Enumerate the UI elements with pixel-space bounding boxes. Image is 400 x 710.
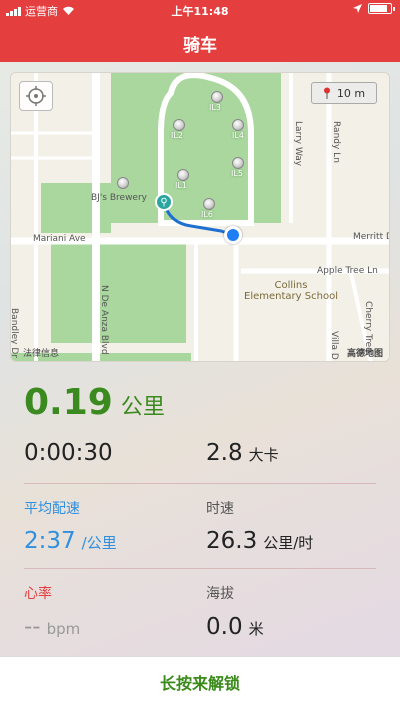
location-arrow-icon (353, 4, 362, 13)
street-label: Mariani Ave (33, 234, 86, 244)
current-location-dot (224, 226, 242, 244)
legal-link[interactable]: 法律信息 (23, 346, 59, 359)
divider (24, 483, 376, 484)
map-pin[interactable] (177, 169, 189, 181)
crosshair-icon (26, 86, 46, 106)
duration-stat: 0:00:30 (24, 440, 113, 466)
battery-level (370, 5, 387, 12)
street-label: Randy Ln (331, 121, 341, 163)
avg-pace-unit: /公里 (81, 534, 117, 552)
page-title: 骑车 (183, 36, 217, 56)
heart-rate-value: -- (24, 614, 41, 640)
pin-label: IL2 (171, 131, 183, 140)
distance-unit: 公里 (120, 395, 165, 420)
street-label: Villa D (329, 331, 339, 360)
street-label: Larry Way (293, 121, 303, 167)
battery-icon (368, 3, 395, 14)
bike-start-icon: ⚲ (155, 193, 173, 211)
avg-pace-stat: 2:37/公里 (24, 528, 117, 554)
route-map[interactable]: 10 m IL3 IL2 IL4 IL5 IL1 IL6 BJ's Brewer… (10, 72, 390, 362)
pin-label: IL5 (231, 169, 243, 178)
map-pin[interactable] (203, 198, 215, 210)
duration-value: 0:00:30 (24, 440, 113, 466)
status-bar: 运营商 上午11:48 (0, 0, 400, 20)
calories-value: 2.8 (206, 440, 243, 466)
place-label: BJ's Brewery (91, 193, 147, 203)
speed-unit: 公里/时 (263, 534, 314, 552)
pin-label: IL6 (201, 210, 213, 219)
street-label: Apple Tree Ln (317, 266, 378, 276)
pin-label: IL4 (232, 131, 244, 140)
status-time: 上午11:48 (171, 5, 229, 18)
pin-label: IL3 (209, 103, 221, 112)
heart-rate-label: 心率 (24, 586, 52, 602)
altitude-stat: 0.0 米 (206, 614, 264, 640)
locate-button[interactable] (19, 81, 53, 111)
app-header: 运营商 上午11:48 骑车 (0, 0, 400, 62)
speed-value: 26.3 (206, 528, 258, 554)
calories-stat: 2.8 大卡 (206, 440, 279, 466)
heart-rate-stat: -- bpm (24, 614, 80, 640)
map-scale: 10 m (311, 82, 377, 104)
scale-label: 10 m (336, 86, 366, 100)
pin-label: IL1 (175, 181, 187, 190)
street-label: Bandley Dr (10, 308, 19, 358)
avg-pace-label: 平均配速 (24, 501, 80, 517)
altitude-value: 0.0 (206, 614, 243, 640)
street-label: Cherry Tree (363, 301, 373, 353)
pin-icon (323, 87, 330, 99)
speed-stat: 26.3 公里/时 (206, 528, 313, 554)
long-press-unlock-button[interactable]: 长按来解锁 (0, 656, 400, 710)
calories-unit: 大卡 (248, 446, 279, 464)
altitude-label: 海拔 (206, 586, 234, 602)
distance-stat: 0.19 公里 (24, 382, 165, 423)
map-pin[interactable] (211, 91, 223, 103)
heart-rate-unit: bpm (46, 620, 81, 638)
street-label: N De Anza Blvd (99, 285, 109, 355)
map-pin[interactable] (232, 119, 244, 131)
divider (24, 568, 376, 569)
place-pin[interactable] (117, 177, 129, 189)
avg-pace-value: 2:37 (24, 528, 76, 554)
map-attribution: 高德地图 (346, 349, 383, 359)
map-pin[interactable] (232, 157, 244, 169)
altitude-unit: 米 (248, 620, 264, 638)
school-label: Collins Elementary School (244, 280, 338, 302)
distance-value: 0.19 (24, 382, 113, 423)
map-pin[interactable] (173, 119, 185, 131)
speed-label: 时速 (206, 501, 234, 517)
street-label: Merritt D (353, 232, 390, 242)
